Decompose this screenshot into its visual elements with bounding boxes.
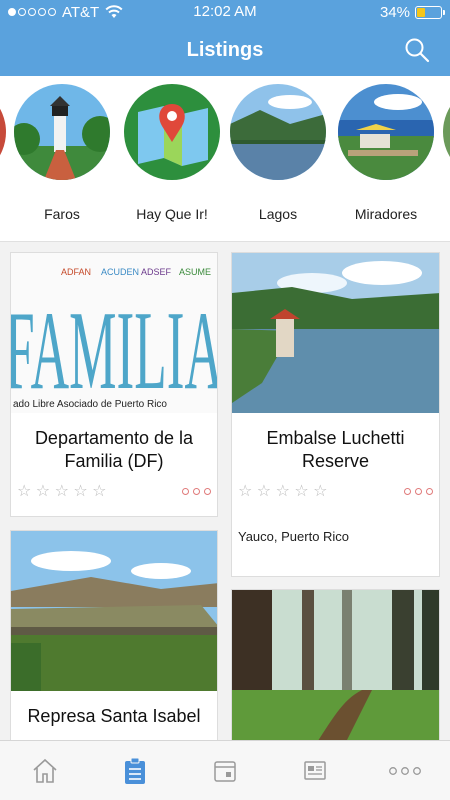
- search-icon[interactable]: [404, 37, 430, 63]
- lagos-image: [230, 84, 326, 180]
- listing-card-santa-isabel[interactable]: Represa Santa Isabel: [10, 530, 218, 760]
- tab-home[interactable]: [0, 741, 90, 800]
- category-label: Hay Que Ir!: [136, 206, 208, 222]
- category-faros[interactable]: Faros: [12, 84, 112, 222]
- home-icon: [33, 758, 57, 783]
- tab-bar: [0, 740, 450, 800]
- card-title: Embalse Luchetti Reserve: [266, 428, 405, 471]
- tab-news[interactable]: [270, 741, 360, 800]
- svg-text:ACUDEN: ACUDEN: [101, 267, 139, 277]
- tab-calendar[interactable]: [180, 741, 270, 800]
- news-icon: [304, 760, 326, 780]
- category-carousel[interactable]: Faros Hay Que Ir! Lagos Miradores: [0, 76, 450, 242]
- card-title: Departamento de la Familia (DF): [34, 428, 194, 471]
- battery-percent: 34%: [379, 4, 410, 21]
- familia-image: ADFAN ACUDEN ADSEF ASUME FAMILIA ado Lib…: [11, 253, 217, 413]
- category-miradores[interactable]: Miradores: [336, 84, 436, 222]
- listing-card-luchetti[interactable]: Embalse Luchetti Reserve ☆ ☆ ☆ ☆ ☆ Yauco…: [231, 252, 440, 577]
- category-label: Faros: [44, 206, 80, 222]
- tab-more[interactable]: [360, 741, 450, 800]
- svg-text:ado Libre Asociado de Puerto R: ado Libre Asociado de Puerto Rico: [13, 399, 167, 410]
- forest-image: [232, 590, 439, 750]
- category-label: Miradores: [354, 206, 418, 222]
- battery-icon: [415, 6, 445, 19]
- status-bar: AT&T 12:02 AM 34%: [0, 0, 450, 24]
- partial-category-right[interactable]: [443, 84, 450, 180]
- faros-image: [14, 84, 110, 180]
- listings-icon: [125, 757, 145, 784]
- category-hay-que-ir[interactable]: Hay Que Ir!: [122, 84, 222, 222]
- star-rating[interactable]: ☆ ☆ ☆ ☆ ☆: [17, 481, 107, 501]
- star-rating[interactable]: ☆ ☆ ☆ ☆ ☆: [238, 481, 328, 501]
- hay-que-ir-image: [124, 84, 220, 180]
- listing-card-forest[interactable]: [231, 589, 440, 760]
- category-lagos[interactable]: Lagos: [228, 84, 328, 222]
- card-location: Yauco, Puerto Rico: [238, 529, 350, 544]
- listing-card-familia[interactable]: ADFAN ACUDEN ADSEF ASUME FAMILIA ado Lib…: [10, 252, 218, 517]
- luchetti-image: [232, 253, 439, 413]
- battery-indicator: 34%: [379, 4, 445, 21]
- svg-text:ADSEF: ADSEF: [141, 267, 172, 277]
- calendar-icon: [214, 760, 236, 782]
- tab-listings[interactable]: [90, 741, 180, 800]
- santa-isabel-image: [11, 531, 217, 691]
- svg-text:FAMILIA: FAMILIA: [11, 289, 217, 413]
- more-options-icon[interactable]: [182, 487, 211, 495]
- header: AT&T 12:02 AM 34% Listings: [0, 0, 450, 76]
- rating-row: ☆ ☆ ☆ ☆ ☆: [238, 481, 433, 501]
- miradores-image: [338, 84, 434, 180]
- category-label: Lagos: [258, 206, 298, 222]
- page-title: Listings: [186, 38, 264, 61]
- partial-category-left[interactable]: [0, 84, 6, 180]
- rating-row: ☆ ☆ ☆ ☆ ☆: [17, 481, 211, 501]
- nav-bar: Listings: [0, 24, 450, 76]
- card-title: Represa Santa Isabel: [27, 706, 201, 726]
- svg-text:ADFAN: ADFAN: [61, 267, 91, 277]
- svg-text:ASUME: ASUME: [179, 267, 211, 277]
- more-options-icon[interactable]: [404, 487, 433, 495]
- more-icon: [389, 766, 421, 775]
